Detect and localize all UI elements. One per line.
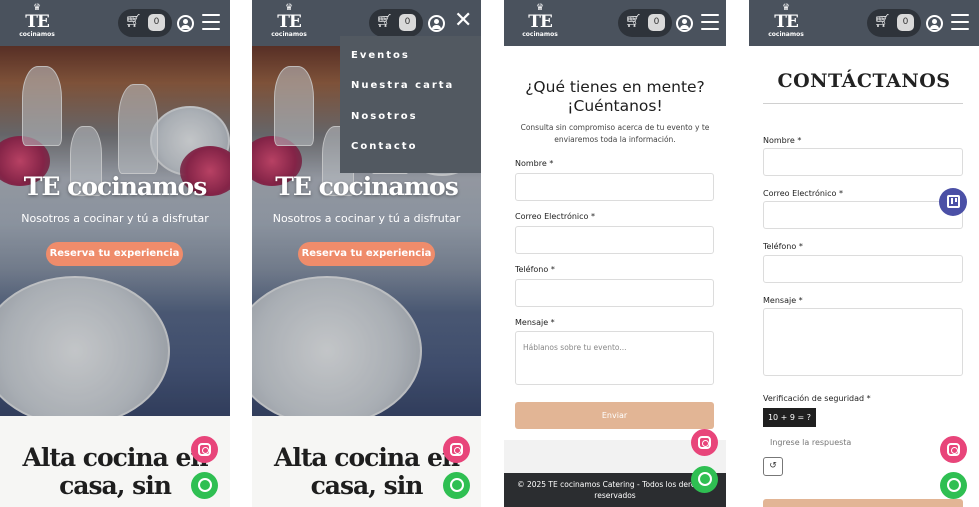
captcha-answer-field[interactable]: Ingrese la respuesta (763, 434, 963, 454)
hamburger-icon[interactable] (951, 14, 969, 30)
hamburger-icon[interactable] (202, 14, 220, 30)
hero-title: TE cocinamos (275, 172, 459, 201)
screen-contact-captcha: ♛ TE cocinamos 🛒︎ 0 CONTÁCTANOS Nombre *… (749, 0, 979, 507)
menu-item-eventos[interactable]: Eventos (351, 50, 410, 61)
cart-button[interactable]: 🛒︎ 0 (118, 9, 172, 37)
cart-button[interactable]: 🛒︎ 0 (867, 9, 921, 37)
screen-menu-open: TE cocinamos Nosotros a cocinar y tú a d… (252, 0, 481, 507)
top-navbar: ♛ TE cocinamos 🛒︎ 0 (0, 0, 230, 46)
name-label: Nombre * (763, 136, 802, 145)
email-field[interactable] (515, 226, 714, 254)
cart-count-badge: 0 (399, 14, 416, 31)
top-navbar: ♛ TE cocinamos 🛒︎ 0 (749, 0, 979, 46)
user-icon[interactable] (428, 15, 445, 32)
message-label: Mensaje * (763, 296, 803, 305)
hamburger-icon[interactable] (701, 14, 719, 30)
instagram-icon[interactable] (443, 436, 470, 463)
reserve-button[interactable]: Reserva tu experiencia (46, 242, 183, 266)
whatsapp-icon[interactable] (443, 472, 470, 499)
cart-count-badge: 0 (148, 14, 165, 31)
message-field[interactable] (763, 308, 963, 376)
cart-button[interactable]: 🛒︎ 0 (618, 9, 672, 37)
brand-logo[interactable]: ♛ TE cocinamos (266, 4, 312, 42)
email-label: Correo Electrónico * (763, 189, 843, 198)
hero-subtitle: Nosotros a cocinar y tú a disfrutar (272, 212, 461, 225)
instagram-icon[interactable] (191, 436, 218, 463)
nav-dropdown-menu: Eventos Nuestra carta Nosotros Contacto (340, 36, 481, 173)
whatsapp-icon[interactable] (191, 472, 218, 499)
name-field[interactable] (515, 173, 714, 201)
cart-icon: 🛒︎ (125, 14, 142, 29)
menu-item-nosotros[interactable]: Nosotros (351, 111, 418, 122)
user-icon[interactable] (926, 15, 943, 32)
cart-count-badge: 0 (897, 14, 914, 31)
menu-item-nuestra-carta[interactable]: Nuestra carta (351, 80, 454, 91)
message-label: Mensaje * (515, 318, 555, 327)
brand-logo[interactable]: ♛ TE cocinamos (14, 4, 60, 42)
form-title: ¿Qué tienes en mente? ¡Cuéntanos! (525, 78, 705, 115)
phone-field[interactable] (763, 255, 963, 283)
send-button[interactable]: Enviar (515, 402, 714, 429)
reserve-button[interactable]: Reserva tu experiencia (298, 242, 435, 266)
captcha-label: Verificación de seguridad * (763, 394, 871, 403)
trello-icon[interactable] (939, 188, 967, 216)
close-icon[interactable]: ✕ (454, 10, 472, 32)
instagram-icon[interactable] (940, 436, 967, 463)
top-navbar: ♛ TE cocinamos 🛒︎ 0 (504, 0, 726, 46)
hero-banner: TE cocinamos Nosotros a cocinar y tú a d… (0, 46, 230, 426)
cart-button[interactable]: 🛒︎ 0 (369, 9, 423, 37)
menu-item-contacto[interactable]: Contacto (351, 141, 417, 152)
screen-contact-form: ♛ TE cocinamos 🛒︎ 0 ¿Qué tienes en mente… (504, 0, 726, 507)
message-field[interactable]: Háblanos sobre tu evento... (515, 331, 714, 385)
captcha-question: 10 + 9 = ? (763, 408, 816, 427)
email-label: Correo Electrónico * (515, 212, 595, 221)
screen-home: TE cocinamos Nosotros a cocinar y tú a d… (0, 0, 230, 507)
submit-button[interactable] (763, 499, 963, 507)
name-label: Nombre * (515, 159, 554, 168)
phone-label: Teléfono * (515, 265, 555, 274)
cart-icon: 🛒︎ (625, 14, 642, 29)
brand-logo[interactable]: ♛ TE cocinamos (763, 4, 809, 42)
refresh-icon[interactable]: ↺ (763, 457, 783, 476)
cart-icon: 🛒︎ (874, 14, 891, 29)
email-field[interactable] (763, 201, 963, 229)
brand-logo[interactable]: ♛ TE cocinamos (517, 4, 563, 42)
contact-title: CONTÁCTANOS (777, 70, 951, 92)
name-field[interactable] (763, 148, 963, 176)
user-icon[interactable] (676, 15, 693, 32)
whatsapp-icon[interactable] (691, 466, 718, 493)
cart-count-badge: 0 (648, 14, 665, 31)
phone-label: Teléfono * (763, 242, 803, 251)
hero-title: TE cocinamos (23, 172, 208, 201)
cart-icon: 🛒︎ (376, 14, 393, 29)
phone-field[interactable] (515, 279, 714, 307)
user-icon[interactable] (177, 15, 194, 32)
title-divider (763, 103, 963, 104)
hero-subtitle: Nosotros a cocinar y tú a disfrutar (21, 212, 209, 225)
instagram-icon[interactable] (691, 429, 718, 456)
whatsapp-icon[interactable] (940, 472, 967, 499)
form-description: Consulta sin compromiso acerca de tu eve… (520, 123, 710, 144)
